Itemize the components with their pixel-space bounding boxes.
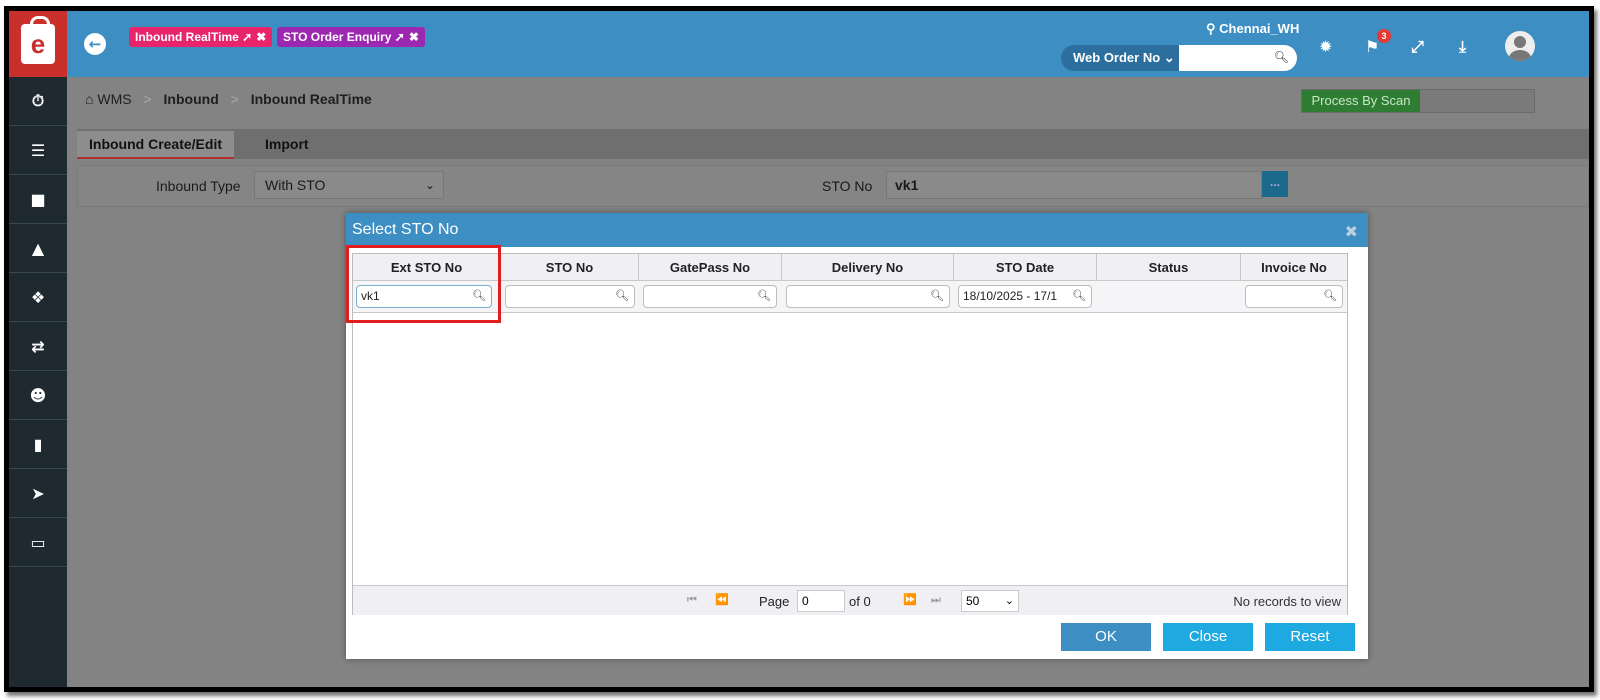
- sidebar: ⏱ ☰ ■ ▲ ❖ ⇄ ☻ ▮ ➤ ▭: [9, 77, 67, 687]
- shopping-bag-icon[interactable]: ▲: [9, 224, 67, 273]
- rows-per-page-value: 50: [966, 594, 980, 608]
- pinned-tab-inbound-realtime[interactable]: Inbound RealTime ➚ ✖: [129, 27, 273, 47]
- filter-invoice-no-input[interactable]: 🔍︎: [1245, 285, 1343, 308]
- add-user-icon[interactable]: ☻: [9, 371, 67, 420]
- global-search-input[interactable]: 🔍︎: [1179, 45, 1297, 71]
- page-label: Page: [759, 594, 790, 609]
- app-logo[interactable]: e: [9, 11, 67, 77]
- pinned-tab-sto-order-enquiry[interactable]: STO Order Enquiry ➚ ✖: [277, 27, 425, 47]
- next-page-icon[interactable]: ⏩: [903, 593, 917, 606]
- sto-no-label: STO No: [822, 178, 873, 194]
- top-bar: e ← Inbound RealTime ➚ ✖ STO Order Enquir…: [9, 11, 1589, 77]
- filter-sto-no-input[interactable]: 🔍︎: [505, 285, 635, 308]
- breadcrumb-separator: >: [143, 91, 152, 107]
- breadcrumb-current: Inbound RealTime: [250, 91, 372, 107]
- annotation-highlight-box: [346, 245, 501, 323]
- search-icon[interactable]: 🔍︎: [613, 286, 629, 307]
- search-icon[interactable]: 🔍︎: [1274, 50, 1289, 64]
- location-pin-icon: ⚲: [1206, 21, 1216, 36]
- back-arrow-icon[interactable]: ←: [84, 33, 106, 55]
- page-total-label: of 0: [849, 594, 871, 609]
- search-icon[interactable]: 🔍︎: [1321, 286, 1337, 307]
- warehouse-location[interactable]: ⚲ Chennai_WH: [1206, 21, 1299, 37]
- tab-import[interactable]: Import: [253, 131, 321, 159]
- notification-badge: 3: [1377, 29, 1391, 43]
- column-header[interactable]: Delivery No: [782, 254, 954, 281]
- home-icon[interactable]: ⌂: [85, 91, 93, 107]
- inbound-icon[interactable]: ☰: [9, 126, 67, 175]
- filter-delivery-no-input[interactable]: 🔍︎: [786, 285, 950, 308]
- filter-gatepass-no-input[interactable]: 🔍︎: [643, 285, 777, 308]
- column-header[interactable]: STO Date: [954, 254, 1097, 281]
- modal-header: Select STO No ✖: [346, 213, 1368, 247]
- first-page-icon[interactable]: ⏮: [687, 593, 697, 607]
- chevron-down-icon: ⌄: [1163, 50, 1175, 65]
- ok-button[interactable]: OK: [1061, 623, 1151, 651]
- modal-title: Select STO No: [352, 221, 459, 238]
- chevron-down-icon: ⌄: [1004, 595, 1014, 607]
- search-icon[interactable]: 🔍︎: [1070, 286, 1086, 307]
- search-type-select[interactable]: Web Order No ⌄: [1061, 45, 1179, 71]
- cubes-icon[interactable]: ❖: [9, 273, 67, 322]
- close-icon[interactable]: ✖: [1345, 222, 1358, 241]
- pinned-tab-label: Inbound RealTime: [135, 30, 239, 44]
- reset-button[interactable]: Reset: [1265, 623, 1355, 651]
- previous-page-icon[interactable]: ⏪: [715, 593, 729, 606]
- transfer-icon[interactable]: ⇄: [9, 322, 67, 371]
- search-icon[interactable]: 🔍︎: [928, 286, 944, 307]
- inbound-form: Inbound Type With STO ⌄ STO No vk1 ...: [77, 165, 1589, 207]
- close-button[interactable]: Close: [1163, 623, 1253, 651]
- app-window: e ← Inbound RealTime ➚ ✖ STO Order Enquir…: [4, 6, 1594, 692]
- page-number-input[interactable]: 0: [797, 590, 845, 612]
- gear-icon[interactable]: ✹: [1319, 37, 1332, 56]
- sto-no-field[interactable]: vk1: [886, 171, 1262, 199]
- breadcrumb-home[interactable]: WMS: [97, 91, 131, 107]
- download-icon[interactable]: ⤓: [1459, 37, 1466, 57]
- pin-icon[interactable]: ➚: [391, 30, 405, 44]
- search-type-label: Web Order No: [1073, 50, 1161, 65]
- process-by-scan-toggle[interactable]: Process By Scan: [1301, 89, 1535, 113]
- pinned-tab-label: STO Order Enquiry: [283, 30, 392, 44]
- breadcrumb: ⌂ WMS > Inbound > Inbound RealTime: [85, 91, 372, 107]
- breadcrumb-inbound[interactable]: Inbound: [164, 91, 219, 107]
- card-icon[interactable]: ▭: [9, 518, 67, 567]
- grid-header: Ext STO No STO No GatePass No Delivery N…: [353, 254, 1347, 281]
- process-by-scan-button[interactable]: Process By Scan: [1302, 90, 1420, 112]
- last-page-icon[interactable]: ⏭: [931, 593, 941, 607]
- shopping-bag-logo-icon: e: [21, 16, 55, 64]
- tag-icon[interactable]: ➤: [9, 469, 67, 518]
- avatar-body: [1509, 50, 1531, 61]
- grid-filter-row: vk1 🔍︎ 🔍︎ 🔍︎ 🔍︎ 18/10/2025 - 17/1 🔍︎ 🔍︎: [353, 281, 1347, 313]
- column-header[interactable]: GatePass No: [639, 254, 782, 281]
- inbound-type-label: Inbound Type: [156, 178, 241, 194]
- grid-pager: ⏮ ⏪ Page 0 of 0 ⏩ ⏭ 50 ⌄ No records to v…: [353, 585, 1347, 615]
- column-header[interactable]: Status: [1097, 254, 1241, 281]
- filter-value: 18/10/2025 - 17/1: [963, 289, 1058, 303]
- inbound-type-select[interactable]: With STO ⌄: [254, 171, 444, 199]
- user-avatar-icon[interactable]: [1505, 31, 1535, 61]
- avatar-head: [1514, 36, 1526, 48]
- book-icon[interactable]: ▮: [9, 420, 67, 469]
- grid-body: [353, 313, 1347, 584]
- sto-grid: Ext STO No STO No GatePass No Delivery N…: [352, 253, 1348, 615]
- close-icon[interactable]: ✖: [409, 30, 419, 44]
- column-header[interactable]: Invoice No: [1241, 254, 1347, 281]
- dashboard-icon[interactable]: ⏱: [9, 77, 67, 126]
- location-label: Chennai_WH: [1219, 21, 1300, 36]
- search-icon[interactable]: 🔍︎: [755, 286, 771, 307]
- rows-per-page-select[interactable]: 50 ⌄: [961, 590, 1019, 612]
- tab-inbound-create-edit[interactable]: Inbound Create/Edit: [77, 131, 234, 159]
- column-header[interactable]: STO No: [501, 254, 639, 281]
- sto-lookup-button[interactable]: ...: [1262, 171, 1288, 197]
- breadcrumb-separator: >: [230, 91, 239, 107]
- cart-icon[interactable]: ■: [9, 175, 67, 224]
- page-tabs: Inbound Create/Edit Import: [77, 129, 1589, 159]
- chevron-down-icon: ⌄: [424, 178, 435, 192]
- inbound-type-value: With STO: [265, 177, 326, 193]
- records-status: No records to view: [1233, 594, 1341, 609]
- expand-icon[interactable]: ⤢: [1411, 37, 1424, 57]
- filter-sto-date-input[interactable]: 18/10/2025 - 17/1 🔍︎: [958, 285, 1092, 308]
- close-icon[interactable]: ✖: [256, 30, 266, 44]
- pin-icon[interactable]: ➚: [239, 30, 252, 44]
